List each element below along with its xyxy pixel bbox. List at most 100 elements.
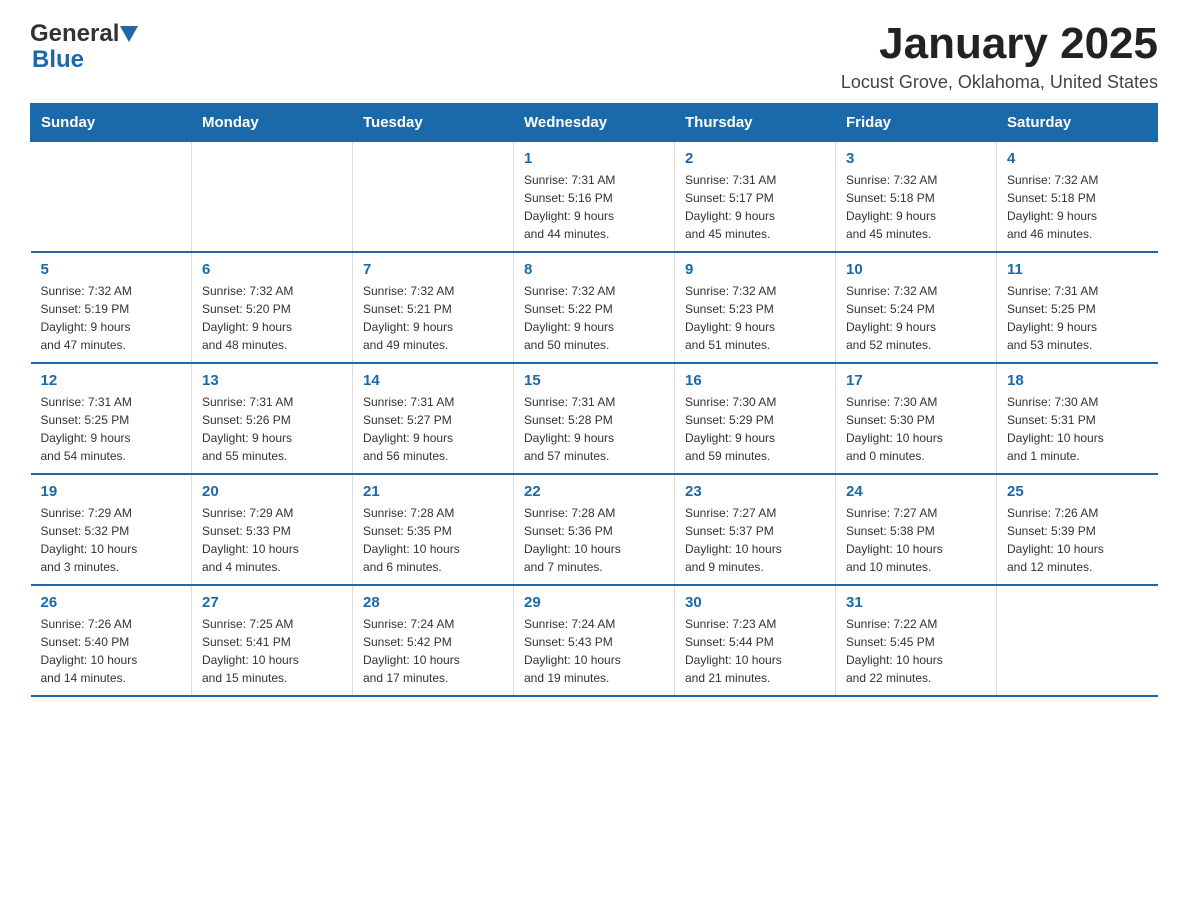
calendar-cell: [31, 142, 192, 253]
calendar-cell: 29 Sunrise: 7:24 AM Sunset: 5:43 PM Dayli…: [514, 585, 675, 696]
day-info: Sunrise: 7:30 AM Sunset: 5:31 PM Dayligh…: [1007, 393, 1148, 465]
calendar-week-row: 26Sunrise: 7:26 AM Sunset: 5:40 PM Dayli…: [31, 585, 1158, 696]
day-info: Sunrise: 7:27 AM Sunset: 5:38 PM Dayligh…: [846, 504, 986, 576]
calendar-cell: 18 Sunrise: 7:30 AM Sunset: 5:31 PM Dayli…: [997, 363, 1158, 474]
calendar-cell: 16 Sunrise: 7:30 AM Sunset: 5:29 PM Dayli…: [675, 363, 836, 474]
calendar-cell: 4 Sunrise: 7:32 AM Sunset: 5:18 PM Daylig…: [997, 142, 1158, 253]
day-number: 4: [1007, 150, 1148, 167]
day-number: 17: [846, 372, 986, 389]
day-info: Sunrise: 7:31 AM Sunset: 5:26 PM Dayligh…: [202, 393, 342, 465]
calendar-cell: 28 Sunrise: 7:24 AM Sunset: 5:42 PM Dayli…: [353, 585, 514, 696]
calendar-cell: [192, 142, 353, 253]
day-number: 10: [846, 261, 986, 278]
weekday-header-wednesday: Wednesday: [514, 104, 675, 142]
calendar-cell: 17 Sunrise: 7:30 AM Sunset: 5:30 PM Dayli…: [836, 363, 997, 474]
day-number: 15: [524, 372, 664, 389]
calendar-cell: 19Sunrise: 7:29 AM Sunset: 5:32 PM Dayli…: [31, 474, 192, 585]
day-info: Sunrise: 7:32 AM Sunset: 5:20 PM Dayligh…: [202, 282, 342, 354]
day-info: Sunrise: 7:25 AM Sunset: 5:41 PM Dayligh…: [202, 615, 342, 687]
weekday-header-friday: Friday: [836, 104, 997, 142]
calendar-cell: 11 Sunrise: 7:31 AM Sunset: 5:25 PM Dayli…: [997, 252, 1158, 363]
logo-triangle-icon: [120, 26, 138, 42]
day-info: Sunrise: 7:28 AM Sunset: 5:36 PM Dayligh…: [524, 504, 664, 576]
calendar-cell: [353, 142, 514, 253]
logo-blue-text: Blue: [32, 46, 84, 74]
day-info: Sunrise: 7:23 AM Sunset: 5:44 PM Dayligh…: [685, 615, 825, 687]
day-info: Sunrise: 7:31 AM Sunset: 5:28 PM Dayligh…: [524, 393, 664, 465]
calendar-week-row: 12Sunrise: 7:31 AM Sunset: 5:25 PM Dayli…: [31, 363, 1158, 474]
day-number: 20: [202, 483, 342, 500]
day-number: 14: [363, 372, 503, 389]
calendar-cell: 27 Sunrise: 7:25 AM Sunset: 5:41 PM Dayli…: [192, 585, 353, 696]
calendar-cell: 14 Sunrise: 7:31 AM Sunset: 5:27 PM Dayli…: [353, 363, 514, 474]
day-number: 18: [1007, 372, 1148, 389]
day-number: 29: [524, 594, 664, 611]
day-info: Sunrise: 7:32 AM Sunset: 5:24 PM Dayligh…: [846, 282, 986, 354]
day-number: 16: [685, 372, 825, 389]
day-info: Sunrise: 7:30 AM Sunset: 5:29 PM Dayligh…: [685, 393, 825, 465]
day-number: 23: [685, 483, 825, 500]
day-info: Sunrise: 7:31 AM Sunset: 5:27 PM Dayligh…: [363, 393, 503, 465]
calendar-cell: 21 Sunrise: 7:28 AM Sunset: 5:35 PM Dayli…: [353, 474, 514, 585]
calendar-cell: 8Sunrise: 7:32 AM Sunset: 5:22 PM Daylig…: [514, 252, 675, 363]
day-info: Sunrise: 7:32 AM Sunset: 5:18 PM Dayligh…: [846, 171, 986, 243]
day-number: 12: [41, 372, 182, 389]
day-number: 31: [846, 594, 986, 611]
weekday-header-monday: Monday: [192, 104, 353, 142]
calendar-cell: 10 Sunrise: 7:32 AM Sunset: 5:24 PM Dayli…: [836, 252, 997, 363]
calendar-cell: 24 Sunrise: 7:27 AM Sunset: 5:38 PM Dayli…: [836, 474, 997, 585]
day-number: 24: [846, 483, 986, 500]
day-info: Sunrise: 7:32 AM Sunset: 5:19 PM Dayligh…: [41, 282, 182, 354]
day-number: 5: [41, 261, 182, 278]
day-number: 9: [685, 261, 825, 278]
day-info: Sunrise: 7:24 AM Sunset: 5:43 PM Dayligh…: [524, 615, 664, 687]
calendar-cell: 7 Sunrise: 7:32 AM Sunset: 5:21 PM Daylig…: [353, 252, 514, 363]
day-info: Sunrise: 7:26 AM Sunset: 5:39 PM Dayligh…: [1007, 504, 1148, 576]
day-info: Sunrise: 7:27 AM Sunset: 5:37 PM Dayligh…: [685, 504, 825, 576]
day-info: Sunrise: 7:22 AM Sunset: 5:45 PM Dayligh…: [846, 615, 986, 687]
calendar-cell: 12Sunrise: 7:31 AM Sunset: 5:25 PM Dayli…: [31, 363, 192, 474]
day-number: 27: [202, 594, 342, 611]
calendar-cell: 20 Sunrise: 7:29 AM Sunset: 5:33 PM Dayli…: [192, 474, 353, 585]
logo: General Blue: [30, 20, 138, 74]
calendar-cell: 25 Sunrise: 7:26 AM Sunset: 5:39 PM Dayli…: [997, 474, 1158, 585]
calendar-cell: 31 Sunrise: 7:22 AM Sunset: 5:45 PM Dayli…: [836, 585, 997, 696]
weekday-header-thursday: Thursday: [675, 104, 836, 142]
weekday-header-tuesday: Tuesday: [353, 104, 514, 142]
day-number: 26: [41, 594, 182, 611]
calendar-cell: 13Sunrise: 7:31 AM Sunset: 5:26 PM Dayli…: [192, 363, 353, 474]
day-info: Sunrise: 7:31 AM Sunset: 5:25 PM Dayligh…: [1007, 282, 1148, 354]
day-info: Sunrise: 7:28 AM Sunset: 5:35 PM Dayligh…: [363, 504, 503, 576]
day-number: 25: [1007, 483, 1148, 500]
calendar-cell: [997, 585, 1158, 696]
calendar-cell: 30Sunrise: 7:23 AM Sunset: 5:44 PM Dayli…: [675, 585, 836, 696]
calendar-week-row: 5 Sunrise: 7:32 AM Sunset: 5:19 PM Daylig…: [31, 252, 1158, 363]
calendar-week-row: 1 Sunrise: 7:31 AM Sunset: 5:16 PM Daylig…: [31, 142, 1158, 253]
day-number: 7: [363, 261, 503, 278]
day-number: 1: [524, 150, 664, 167]
day-info: Sunrise: 7:32 AM Sunset: 5:23 PM Dayligh…: [685, 282, 825, 354]
day-info: Sunrise: 7:24 AM Sunset: 5:42 PM Dayligh…: [363, 615, 503, 687]
day-number: 8: [524, 261, 664, 278]
calendar-subtitle: Locust Grove, Oklahoma, United States: [841, 72, 1158, 93]
day-number: 19: [41, 483, 182, 500]
day-number: 11: [1007, 261, 1148, 278]
calendar-cell: 23 Sunrise: 7:27 AM Sunset: 5:37 PM Dayli…: [675, 474, 836, 585]
calendar-table: SundayMondayTuesdayWednesdayThursdayFrid…: [30, 103, 1158, 697]
day-number: 21: [363, 483, 503, 500]
day-info: Sunrise: 7:32 AM Sunset: 5:21 PM Dayligh…: [363, 282, 503, 354]
weekday-header-row: SundayMondayTuesdayWednesdayThursdayFrid…: [31, 104, 1158, 142]
calendar-cell: 6Sunrise: 7:32 AM Sunset: 5:20 PM Daylig…: [192, 252, 353, 363]
header: General Blue January 2025 Locust Grove, …: [30, 20, 1158, 93]
day-info: Sunrise: 7:29 AM Sunset: 5:33 PM Dayligh…: [202, 504, 342, 576]
day-info: Sunrise: 7:30 AM Sunset: 5:30 PM Dayligh…: [846, 393, 986, 465]
day-number: 28: [363, 594, 503, 611]
day-info: Sunrise: 7:31 AM Sunset: 5:16 PM Dayligh…: [524, 171, 664, 243]
calendar-cell: 2Sunrise: 7:31 AM Sunset: 5:17 PM Daylig…: [675, 142, 836, 253]
calendar-cell: 15 Sunrise: 7:31 AM Sunset: 5:28 PM Dayli…: [514, 363, 675, 474]
calendar-cell: 22Sunrise: 7:28 AM Sunset: 5:36 PM Dayli…: [514, 474, 675, 585]
logo-general-text: General: [30, 20, 119, 48]
day-info: Sunrise: 7:32 AM Sunset: 5:18 PM Dayligh…: [1007, 171, 1148, 243]
weekday-header-saturday: Saturday: [997, 104, 1158, 142]
day-number: 3: [846, 150, 986, 167]
